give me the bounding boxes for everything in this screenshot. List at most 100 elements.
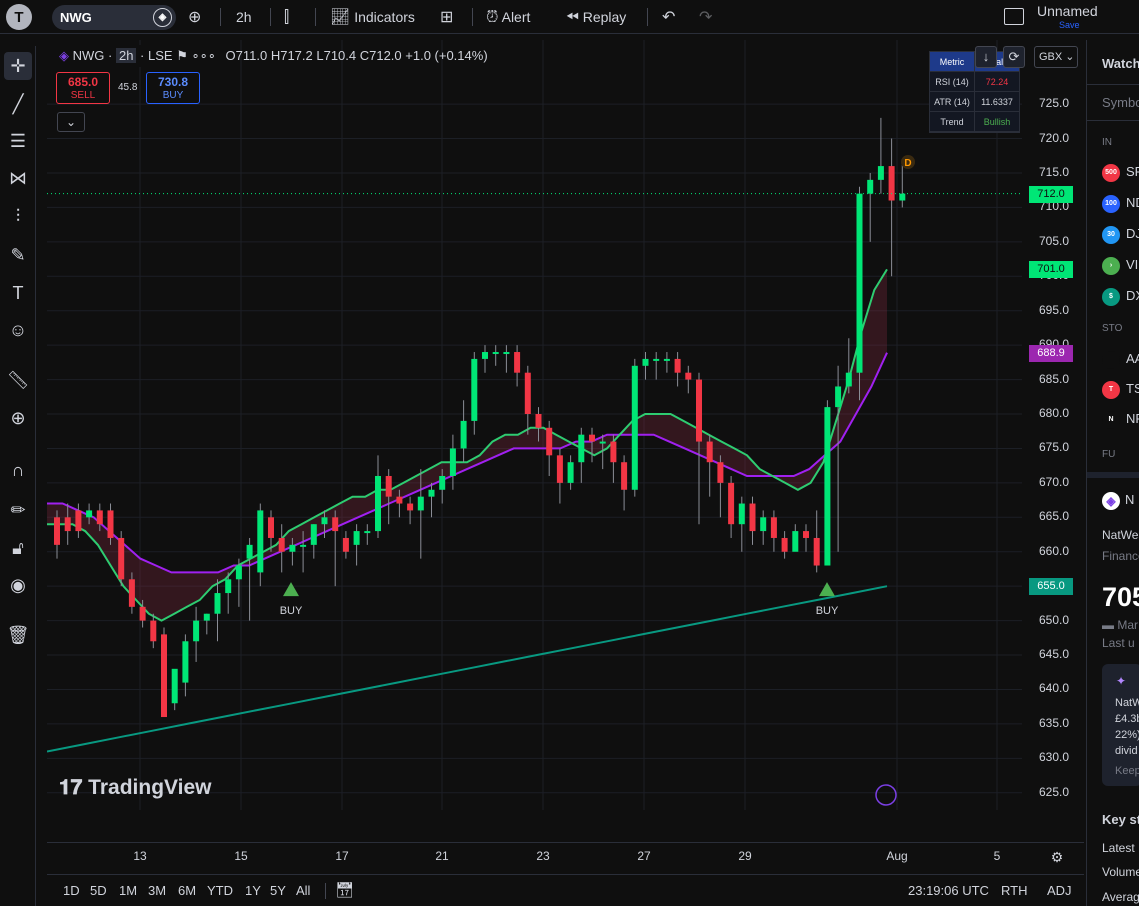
natwest-logo-icon: ◈ (59, 48, 69, 63)
range-5y-button[interactable]: 5Y (270, 883, 286, 898)
zoom-in-icon[interactable]: ⊕ (4, 404, 32, 432)
collapse-legend-button[interactable]: ⌄ (57, 112, 85, 132)
eye-icon[interactable]: ◉ (4, 571, 32, 599)
watchlist-item[interactable]: AA (1126, 351, 1139, 366)
watchlist-badge-icon: 30 (1102, 226, 1120, 244)
watchlist-badge-icon: 100 (1102, 195, 1120, 213)
settings-gear-icon[interactable]: ⚙ (1051, 849, 1064, 866)
candle-body (332, 517, 339, 532)
price-label: 630.0 (1039, 750, 1070, 765)
watchlist-item[interactable]: DJ (1126, 226, 1139, 241)
news-line: £4.3b (1115, 713, 1139, 725)
candle-body (235, 565, 242, 580)
chart-pane[interactable]: 𝟏𝟕 TradingView BUY BUY D ◈ NWG · 2h · LSE ⚑… (47, 40, 1084, 842)
section-indices[interactable]: IN (1102, 137, 1112, 148)
trash-icon[interactable]: 🗑︎ (4, 621, 32, 649)
replay-button[interactable]: ⏪︎ Replay (566, 0, 626, 34)
trend-line-icon[interactable]: ╱ (4, 90, 32, 118)
range-1y-button[interactable]: 1Y (245, 883, 261, 898)
range-5d-button[interactable]: 5D (90, 883, 107, 898)
currency-select[interactable]: GBX ⌄ (1034, 46, 1078, 68)
chart-type-button[interactable]: ⫿ (284, 0, 289, 34)
more-icon[interactable]: ∘∘∘ (191, 48, 215, 63)
layouts-button[interactable]: ⊞ (440, 0, 453, 34)
crosshair-icon[interactable]: ✛ (4, 52, 32, 80)
buy-button[interactable]: 730.8 BUY (146, 72, 200, 104)
candle-body (867, 179, 874, 194)
indicators-button[interactable]: 📈︎ Indicators (330, 0, 415, 34)
news-card[interactable]: ✦ NatW £4.3b 22%). divid Keep (1102, 664, 1139, 786)
natwest-logo-icon: ◈ (1102, 492, 1120, 510)
legend-symbol[interactable]: ◈ NWG · 2h · LSE ⚑ ∘∘∘ (53, 45, 222, 67)
chart-canvas[interactable]: 𝟏𝟕 TradingView BUY BUY D (47, 40, 1084, 842)
section-stocks[interactable]: STO (1102, 323, 1122, 334)
clock-time[interactable]: 23:19:06 UTC (908, 883, 989, 898)
fullscreen-button[interactable]: ⟳ (1003, 46, 1025, 68)
watchlist-item[interactable]: VI (1126, 257, 1138, 272)
price-label: 645.0 (1039, 647, 1070, 662)
range-3m-button[interactable]: 3M (148, 883, 166, 898)
session-button[interactable]: RTH (1001, 883, 1027, 898)
redo-button[interactable]: ↷ (699, 0, 712, 34)
add-symbol-button[interactable]: ⊕ (188, 0, 201, 34)
legend-ohlc: O711.0 H717.2 L710.4 C712.0 +1.0 (+0.14%… (225, 48, 488, 63)
ruler-icon[interactable]: 📏︎ (4, 366, 32, 394)
news-link[interactable]: Keep (1115, 763, 1139, 779)
candle-body (770, 517, 777, 538)
range-1m-button[interactable]: 1M (119, 883, 137, 898)
price-tag: 688.9 (1029, 344, 1073, 362)
stat-label: Averag (1102, 890, 1139, 904)
buy-signal-marker (283, 582, 299, 597)
watchlist-item[interactable]: TS (1126, 381, 1139, 396)
pattern-icon[interactable]: ⋈ (4, 164, 32, 192)
watchlist-item[interactable]: NF (1126, 411, 1139, 426)
pencil-lock-icon[interactable]: ✏︎ (4, 496, 32, 524)
alert-button[interactable]: ⏰︎ Alert (486, 0, 530, 34)
candle-body (193, 620, 200, 642)
watchlist-item[interactable]: SF (1126, 164, 1139, 179)
candle-body (514, 352, 521, 373)
date-axis[interactable]: 13 15 17 21 23 27 29 Aug 5 ⚙ (47, 842, 1084, 870)
emoji-icon[interactable]: ☺ (4, 316, 32, 344)
metric-name: Trend (930, 112, 975, 131)
symbol-search[interactable]: NWG ◈ (52, 5, 176, 30)
buy-label: BUY (162, 90, 184, 101)
candle-body (321, 517, 328, 525)
candle-body (182, 641, 189, 683)
legend-interval: 2h (115, 48, 137, 63)
brush-icon[interactable]: ✎ (4, 241, 32, 269)
text-icon[interactable]: T (4, 279, 32, 307)
app-logo[interactable]: T (6, 4, 32, 30)
save-label[interactable]: Save (1037, 18, 1133, 32)
candle-body (589, 434, 595, 442)
watchlist-badge-icon: T (1102, 381, 1120, 399)
range-1d-button[interactable]: 1D (63, 883, 80, 898)
candle-body (428, 489, 435, 497)
watchlist-item[interactable]: ND (1126, 195, 1139, 210)
undo-button[interactable]: ↶ (662, 0, 675, 34)
watchlist-title[interactable]: Watch (1102, 56, 1139, 71)
price-label: 675.0 (1039, 440, 1070, 455)
candle-body (760, 517, 767, 532)
fib-icon[interactable]: ⫶ (4, 202, 32, 230)
date-range-icon[interactable]: 📅︎ (335, 881, 354, 899)
candle-body (54, 517, 60, 545)
section-futures[interactable]: FU (1102, 449, 1115, 460)
watchlist-item[interactable]: DX (1126, 288, 1139, 303)
magnet-icon[interactable]: ∩ (4, 456, 32, 484)
price-label: 725.0 (1039, 96, 1070, 111)
range-all-button[interactable]: All (296, 883, 310, 898)
layout-icon[interactable] (1004, 8, 1024, 25)
symbol-badge-icon[interactable]: ◈ (153, 8, 172, 27)
range-ytd-button[interactable]: YTD (207, 883, 233, 898)
range-6m-button[interactable]: 6M (178, 883, 196, 898)
layout-name-button[interactable]: Unnamed Save (1037, 4, 1133, 32)
interval-button[interactable]: 2h (236, 0, 252, 34)
adjust-button[interactable]: ADJ (1047, 883, 1072, 898)
date-label: 21 (435, 849, 449, 863)
sell-button[interactable]: 685.0 SELL (56, 72, 110, 104)
lock-icon[interactable]: 🔓︎ (4, 534, 32, 562)
metric-row: ATR (14) 11.6337 (930, 92, 1019, 112)
download-button[interactable]: ↓ (975, 46, 997, 68)
horizontal-lines-icon[interactable]: ☰ (4, 127, 32, 155)
